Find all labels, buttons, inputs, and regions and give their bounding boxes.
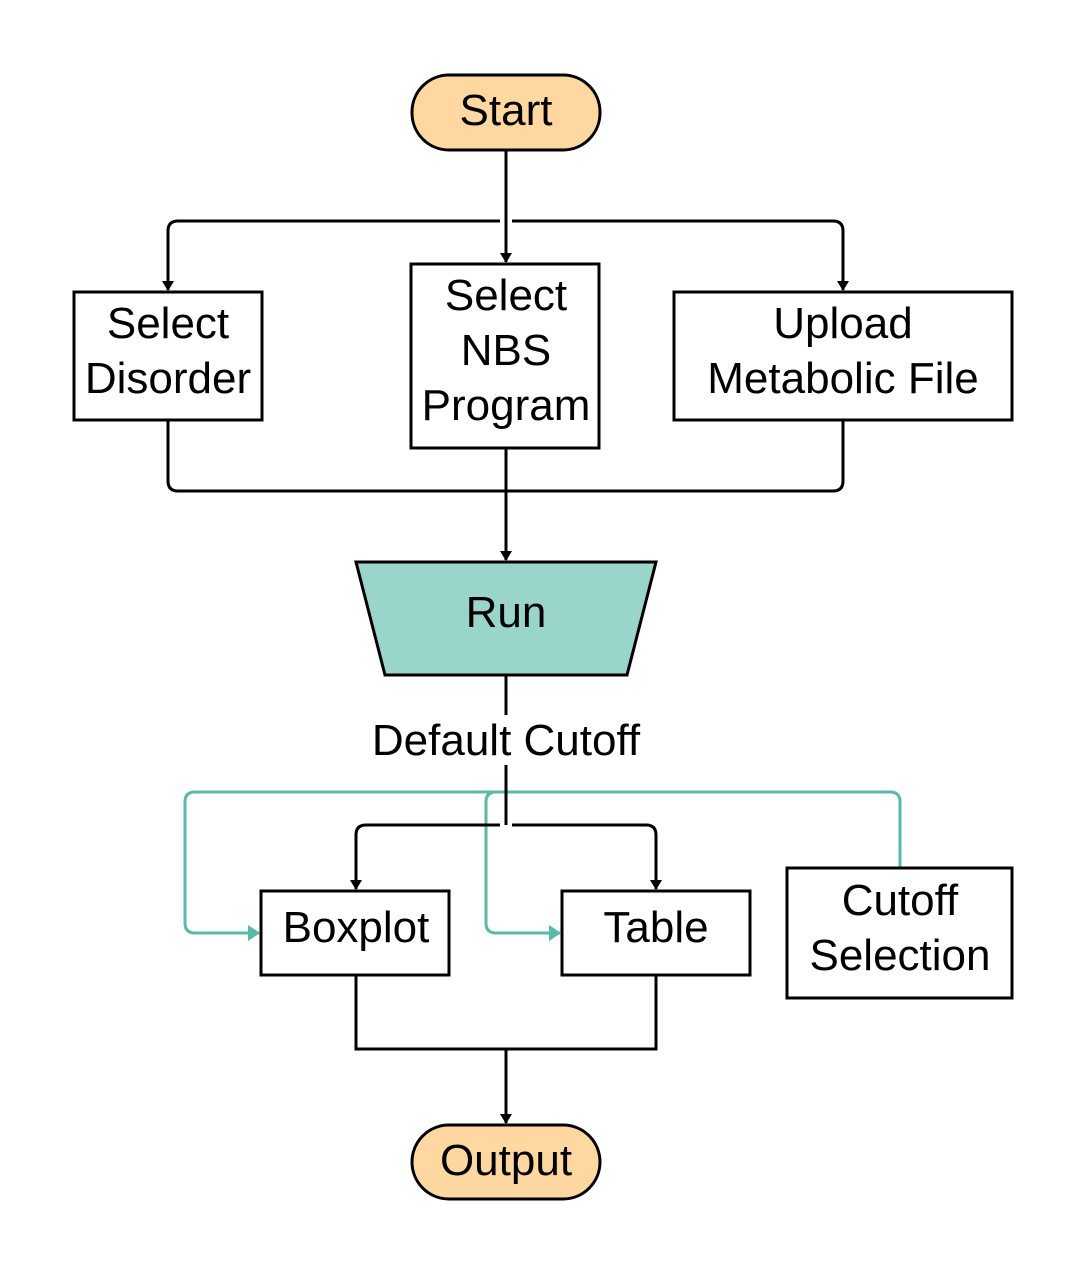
boxplot-label: Boxplot: [283, 903, 430, 952]
start-label: Start: [460, 86, 553, 135]
select-disorder-line-2: Disorder: [85, 354, 251, 403]
cutoff-selection-line-1: Cutoff: [842, 876, 959, 925]
flowchart: Start Select Disorder Select NBS Program…: [72, 73, 1014, 1201]
upload-line-2: Metabolic File: [707, 354, 978, 403]
cutoff-to-table-arrow: [484, 790, 561, 941]
default-cutoff-label: Default Cutoff: [372, 716, 641, 765]
select-disorder-line-1: Select: [107, 299, 229, 348]
upload-metabolic-file-node: Upload Metabolic File: [672, 290, 1014, 422]
output-label: Output: [440, 1136, 572, 1185]
cutoff-selection-line-2: Selection: [809, 931, 990, 980]
upload-line-1: Upload: [773, 299, 912, 348]
table-label: Table: [603, 903, 708, 952]
outputs-merge-connector: [354, 975, 658, 1051]
select-nbs-line-2: NBS: [461, 326, 551, 375]
output-node: Output: [410, 1123, 602, 1201]
run-label: Run: [466, 588, 547, 637]
arrow-to-boxplot: [350, 823, 500, 890]
arrow-to-table: [512, 823, 662, 890]
select-nbs-program-node: Select NBS Program: [409, 262, 601, 450]
boxplot-node: Boxplot: [259, 889, 451, 977]
table-node: Table: [560, 889, 752, 977]
select-nbs-line-1: Select: [445, 271, 567, 320]
select-disorder-node: Select Disorder: [72, 290, 264, 422]
run-node: Run: [354, 560, 658, 677]
cutoff-selection-node: Cutoff Selection: [785, 866, 1014, 1000]
start-node: Start: [410, 73, 602, 152]
select-nbs-line-3: Program: [422, 381, 591, 430]
